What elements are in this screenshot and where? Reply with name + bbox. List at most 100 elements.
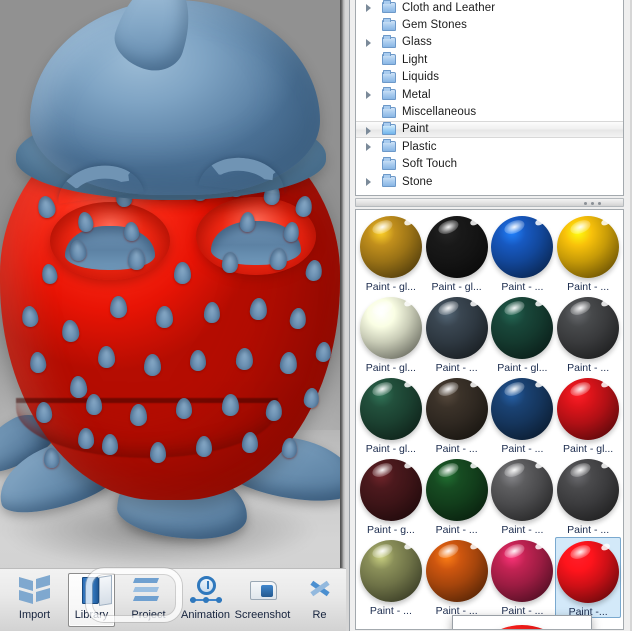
toolbar-button-import[interactable]: Import [6,573,63,629]
material-swatch[interactable]: Paint - gl... [358,294,424,375]
toolbar-button-project[interactable]: Project [120,573,177,629]
toolbar-button-screenshot[interactable]: Screenshot [234,573,291,629]
chevron-right-icon[interactable] [366,126,371,135]
folder-icon [382,0,396,14]
category-tree[interactable]: Cloth and Leather Gem Stones Glass Light Liq… [356,0,623,190]
tree-item-label: Light [402,53,428,66]
stopwatch-glyph [196,576,216,595]
material-swatch[interactable]: Paint - ... [490,537,556,618]
material-grid[interactable]: Paint - gl... Paint - gl... Paint - ... Pai… [356,210,623,618]
material-swatch[interactable]: Paint - ... [424,456,490,537]
character-spot [203,301,221,324]
material-sphere [491,459,554,521]
material-swatch[interactable]: Paint - gl... [555,375,621,456]
material-swatch[interactable]: Paint - ... [490,213,556,294]
character-spot [156,306,173,328]
chevron-right-icon[interactable] [366,90,371,99]
folder-icon [382,174,396,188]
material-swatch-label: Paint - gl... [431,281,482,293]
chevron-right-icon[interactable] [366,38,371,47]
character-spot [127,247,146,271]
tree-item-gem-stones[interactable]: Gem Stones [356,16,623,33]
material-grid-panel[interactable]: Paint - gl... Paint - gl... Paint - ... Pai… [355,209,624,630]
tree-item-glass[interactable]: Glass [356,34,623,51]
material-swatch-label: Paint - gl... [497,362,548,374]
material-swatch-label: Paint - ... [369,605,412,617]
material-swatch[interactable]: Paint - ... [555,456,621,537]
material-swatch[interactable]: Paint - ... [358,537,424,618]
tree-item-light[interactable]: Light [356,51,623,68]
material-sphere [425,378,488,440]
tree-item-cloth-and-leather[interactable]: Cloth and Leather [356,0,623,16]
character-spot [314,341,333,363]
character-spot [97,345,116,369]
character-spot [69,375,88,399]
material-swatch[interactable]: Paint - g... [358,456,424,537]
material-sphere [557,541,620,603]
panel-splitter[interactable] [355,198,624,207]
material-sphere [491,216,554,278]
window-frame-edge [340,0,346,631]
character-spot [279,351,298,375]
material-swatch[interactable]: Paint - ... [424,537,490,618]
material-swatch[interactable]: Paint - ... [424,375,490,456]
material-swatch[interactable]: Paint - ... [424,294,490,375]
folder-icon [382,34,396,48]
toolbar-button-animation[interactable]: Animation [177,573,234,629]
folder-icon [382,104,396,118]
material-swatch[interactable]: Paint - ... [555,213,621,294]
folder-icon [382,156,396,170]
character-spot [43,447,60,469]
character-spot [109,295,128,319]
material-swatch[interactable]: Paint - gl... [358,213,424,294]
material-sphere [425,297,488,359]
tree-item-label: Metal [402,88,431,101]
material-swatch-label: Paint - ... [501,524,544,536]
material-sphere [557,297,620,359]
character-spot [176,398,192,419]
render-viewport[interactable] [0,0,346,631]
tree-item-liquids[interactable]: Liquids [356,69,623,86]
tree-item-metal[interactable]: Metal [356,86,623,103]
import-icon [17,574,53,607]
bottom-toolbar[interactable]: Import Library Project Animation Screenshot R… [0,568,346,631]
character-spot [35,401,53,424]
material-sphere [359,216,422,278]
chevron-right-icon[interactable] [366,177,371,186]
chevron-right-icon[interactable] [366,4,371,12]
tree-item-paint[interactable]: Paint [356,120,623,139]
category-tree-panel[interactable]: Cloth and Leather Gem Stones Glass Light Liq… [355,0,624,196]
material-swatch-label: Paint - ... [435,443,478,455]
material-swatch[interactable]: Paint - gl... [490,294,556,375]
folder-icon [382,69,396,83]
material-preview-sphere [466,625,578,629]
toolbar-button-label: Screenshot [234,609,291,621]
character-spot [60,319,81,343]
splitter-grip-icon[interactable] [584,202,601,205]
tree-item-plastic[interactable]: Plastic [356,138,623,155]
tree-item-stone[interactable]: Stone [356,173,623,190]
folder-icon [382,52,396,66]
character-spot [144,354,161,376]
character-spot [235,347,254,371]
tree-item-soft-touch[interactable]: Soft Touch [356,156,623,173]
toolbar-button-library[interactable]: Library [63,573,120,629]
character-spot [241,431,259,454]
folder-icon [382,17,396,31]
material-swatch[interactable]: Paint - ... [490,456,556,537]
material-swatch[interactable]: Paint - ... [490,375,556,456]
material-swatch[interactable]: Paint - gl... [358,375,424,456]
character-spot [221,251,239,274]
character-spot [85,393,103,416]
material-sphere [425,459,488,521]
character-spot [77,427,95,450]
toolbar-button-label: Project [131,609,166,621]
character-spot [302,387,321,409]
toolbar-button-re[interactable]: Re [291,573,346,629]
chevron-right-icon[interactable] [366,143,371,152]
toolbar-button-label: Animation [181,609,230,621]
tree-item-miscellaneous[interactable]: Miscellaneous [356,103,623,120]
material-swatch[interactable]: Paint -... [555,537,621,618]
material-swatch[interactable]: Paint - ... [555,294,621,375]
material-swatch[interactable]: Paint - gl... [424,213,490,294]
